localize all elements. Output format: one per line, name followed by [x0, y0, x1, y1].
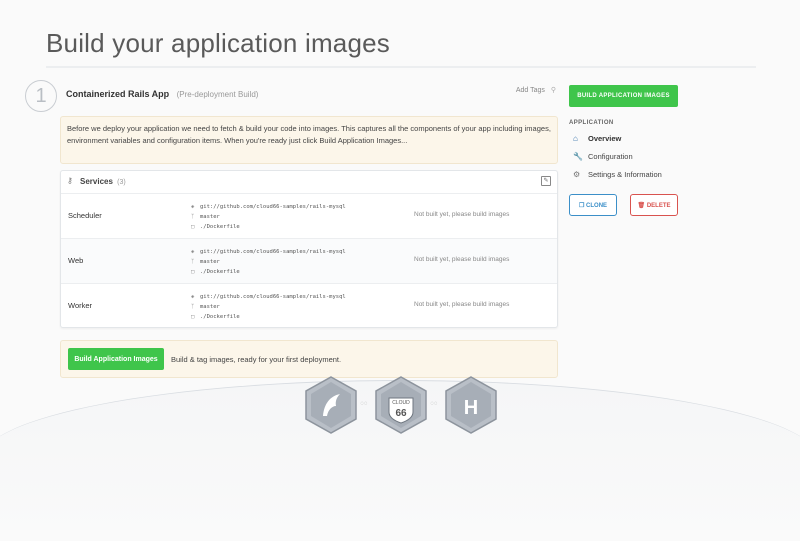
service-name: Worker — [68, 301, 93, 310]
services-header: ⚷ Services (3) ✎ — [61, 171, 557, 194]
sidebar-item-overview[interactable]: ⌂ Overview — [569, 134, 679, 144]
service-source: ◈ git://github.com/cloud66-samples/rails-… — [191, 247, 346, 277]
branch-icon: ᛉ — [191, 259, 195, 265]
delete-button[interactable]: 🗑 DELETE — [630, 194, 678, 216]
title-divider — [46, 66, 756, 68]
service-status: Not built yet, please build images — [414, 301, 510, 308]
app-name: Containerized Rails App — [66, 89, 170, 99]
service-name: Scheduler — [68, 211, 102, 220]
cloud66-hex-badge: CLOUD 66 — [374, 376, 428, 434]
file-icon: □ — [191, 224, 195, 230]
services-count: (3) — [117, 179, 126, 186]
docker-hex-icon — [305, 376, 357, 434]
services-panel: ⚷ Services (3) ✎ Scheduler ◈ git://github… — [60, 170, 558, 328]
edit-icon[interactable]: ✎ — [541, 176, 551, 186]
branch-icon: ᛉ — [191, 304, 195, 310]
link-connector-icon: ◌◌ — [430, 401, 438, 407]
service-source: ◈ git://github.com/cloud66-samples/rails-… — [191, 292, 346, 322]
service-dockerfile: ./Dockerfile — [200, 269, 240, 275]
git-icon: ◈ — [191, 249, 195, 255]
screen: Build your application images 1 Containe… — [0, 0, 800, 541]
service-status: Not built yet, please build images — [414, 256, 510, 263]
h-hex-badge: H — [444, 376, 498, 434]
table-row: Scheduler ◈ git://github.com/cloud66-samp… — [61, 194, 557, 239]
git-icon: ◈ — [191, 294, 195, 300]
services-title: Services (3) — [80, 177, 126, 186]
sidebar-item-label: Settings & Information — [588, 170, 662, 179]
cloud66-hex-icon: CLOUD 66 — [375, 376, 427, 434]
sidebar-section-title: APPLICATION — [569, 120, 614, 126]
build-description: Build & tag images, ready for your first… — [171, 355, 342, 364]
file-icon: □ — [191, 269, 195, 275]
service-status: Not built yet, please build images — [414, 211, 510, 218]
key-icon: ⚷ — [67, 176, 73, 185]
docker-hex-badge — [304, 376, 358, 434]
table-row: Web ◈ git://github.com/cloud66-samples/ra… — [61, 239, 557, 284]
sidebar: BUILD APPLICATION IMAGES APPLICATION ⌂ O… — [569, 84, 679, 216]
wrench-icon: 🔧 — [573, 152, 583, 161]
service-dockerfile: ./Dockerfile — [200, 224, 240, 230]
tag-icon: ⚲ — [550, 87, 556, 94]
build-bar: Build Application Images Build & tag ima… — [60, 340, 558, 378]
cloud-badge-text: CLOUD — [392, 400, 410, 406]
service-branch: master — [200, 304, 220, 310]
service-repo: git://github.com/cloud66-samples/rails-m… — [200, 204, 346, 210]
service-repo: git://github.com/cloud66-samples/rails-m… — [200, 249, 346, 255]
integration-badges: ◌◌ CLOUD 66 ◌◌ H — [304, 376, 504, 436]
sidebar-item-configuration[interactable]: 🔧 Configuration — [569, 152, 679, 162]
service-branch: master — [200, 214, 220, 220]
service-branch: master — [200, 259, 220, 265]
service-dockerfile: ./Dockerfile — [200, 314, 240, 320]
step-number-badge: 1 — [25, 80, 57, 112]
h-hex-icon: H — [445, 376, 497, 434]
home-icon: ⌂ — [573, 134, 578, 143]
table-row: Worker ◈ git://github.com/cloud66-samples… — [61, 284, 557, 328]
clone-label: CLONE — [586, 202, 608, 209]
sidebar-build-button[interactable]: BUILD APPLICATION IMAGES — [569, 85, 678, 107]
sidebar-item-settings[interactable]: ⚙ Settings & Information — [569, 170, 679, 180]
branch-icon: ᛉ — [191, 214, 195, 220]
trash-icon: 🗑 — [637, 202, 646, 209]
service-name: Web — [68, 256, 84, 265]
services-label: Services — [80, 177, 113, 186]
service-source: ◈ git://github.com/cloud66-samples/rails-… — [191, 202, 346, 232]
app-header: Containerized Rails App (Pre-deployment … — [66, 84, 556, 102]
service-repo: git://github.com/cloud66-samples/rails-m… — [200, 294, 346, 300]
page-title: Build your application images — [46, 28, 390, 58]
clone-button[interactable]: ❐ CLONE — [569, 194, 617, 216]
info-notice: Before we deploy your application we nee… — [60, 116, 558, 164]
delete-label: DELETE — [646, 202, 671, 209]
sidebar-item-label: Overview — [588, 134, 622, 143]
git-icon: ◈ — [191, 204, 195, 210]
cloud-badge-number: 66 — [395, 408, 407, 419]
gear-icon: ⚙ — [573, 170, 581, 179]
file-icon: □ — [191, 314, 195, 320]
link-connector-icon: ◌◌ — [360, 401, 368, 407]
copy-icon: ❐ — [578, 202, 585, 209]
add-tags-label: Add Tags — [515, 87, 545, 94]
add-tags-link[interactable]: Add Tags ⚲ — [516, 86, 556, 94]
sidebar-item-label: Configuration — [588, 152, 633, 161]
h-badge-text: H — [464, 397, 478, 419]
build-images-button[interactable]: Build Application Images — [68, 348, 164, 370]
app-subtitle: (Pre-deployment Build) — [176, 90, 259, 99]
